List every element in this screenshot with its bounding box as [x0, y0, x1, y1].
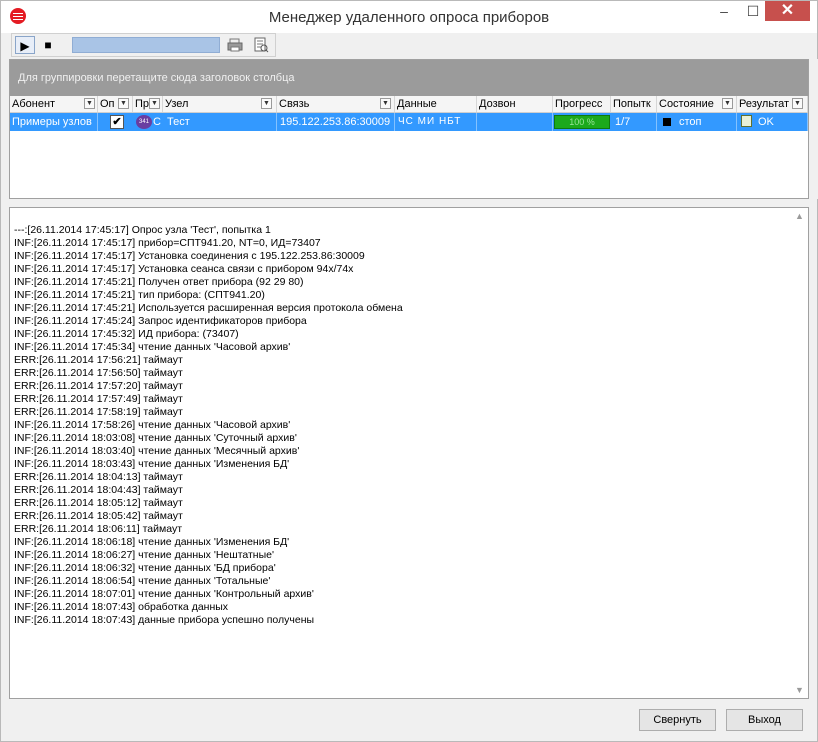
log-line: ERR:[26.11.2014 17:58:19] таймаут [14, 406, 183, 418]
column-header-progress[interactable]: Прогресс [553, 96, 611, 112]
column-header-label: Оп [100, 98, 115, 110]
overall-progress-bar [72, 37, 220, 53]
play-button[interactable]: ▶ [15, 36, 35, 54]
chevron-down-icon[interactable]: ▼ [84, 98, 95, 109]
devices-grid: Для группировки перетащите сюда заголово… [9, 59, 809, 199]
log-line: INF:[26.11.2014 17:45:21] тип прибора: (… [14, 289, 265, 301]
log-line: INF:[26.11.2014 17:45:17] Установка сеан… [14, 263, 354, 275]
column-header-attempts[interactable]: Попытк [611, 96, 657, 112]
column-header-state[interactable]: Состояние ▼ [657, 96, 737, 112]
log-line: ERR:[26.11.2014 18:04:43] таймаут [14, 484, 183, 496]
cell-attempts: 1/7 [611, 113, 657, 131]
log-line: ERR:[26.11.2014 17:57:20] таймаут [14, 380, 183, 392]
column-header-op[interactable]: Оп ▼ [98, 96, 133, 112]
result-doc-icon [741, 115, 752, 127]
log-line: INF:[26.11.2014 17:45:21] Получен ответ … [14, 276, 304, 288]
scroll-down-icon[interactable]: ▼ [795, 686, 804, 695]
log-line: INF:[26.11.2014 18:07:43] обработка данн… [14, 601, 229, 613]
log-line: INF:[26.11.2014 18:06:27] чтение данных … [14, 549, 274, 561]
log-line: ERR:[26.11.2014 17:56:21] таймаут [14, 354, 183, 366]
scroll-up-icon[interactable]: ▲ [795, 212, 804, 221]
chevron-down-icon[interactable]: ▼ [380, 98, 391, 109]
cell-state: стоп [657, 113, 737, 131]
chevron-down-icon[interactable]: ▼ [792, 98, 803, 109]
log-line: ERR:[26.11.2014 18:05:42] таймаут [14, 510, 183, 522]
log-line: INF:[26.11.2014 17:45:17] прибор=СПТ941.… [14, 237, 321, 249]
column-header-result[interactable]: Результат ▼ [737, 96, 808, 112]
chevron-down-icon[interactable]: ▼ [722, 98, 733, 109]
chevron-down-icon[interactable]: ▼ [118, 98, 129, 109]
log-line: ERR:[26.11.2014 18:05:12] таймаут [14, 497, 183, 509]
log-line: ERR:[26.11.2014 17:57:49] таймаут [14, 393, 183, 405]
toolbar: ▶ ■ [11, 33, 276, 57]
maximize-button[interactable]: ☐ [739, 1, 767, 21]
column-header-data[interactable]: Данные [395, 96, 477, 112]
chevron-down-icon[interactable]: ▼ [261, 98, 272, 109]
progress-bar: 100 % [554, 115, 610, 129]
column-header-connection[interactable]: Связь ▼ [277, 96, 395, 112]
grid-scrollbar[interactable] [811, 59, 818, 199]
column-header-label: Пр [135, 98, 150, 110]
log-line: ---:[26.11.2014 17:45:17] Опрос узла 'Те… [14, 224, 271, 236]
group-drop-area[interactable]: Для группировки перетащите сюда заголово… [10, 60, 808, 96]
title-bar: Менеджер удаленного опроса приборов – ☐ … [1, 1, 817, 33]
chevron-down-icon[interactable]: ▼ [149, 98, 160, 109]
log-line: INF:[26.11.2014 18:03:43] чтение данных … [14, 458, 290, 470]
log-line: INF:[26.11.2014 18:03:08] чтение данных … [14, 432, 297, 444]
log-line: INF:[26.11.2014 18:07:01] чтение данных … [14, 588, 314, 600]
stop-button[interactable]: ■ [38, 36, 58, 54]
log-line: INF:[26.11.2014 17:45:32] ИД прибора: (7… [14, 328, 239, 340]
cell-device-extra: С [153, 116, 161, 128]
log-panel: ---:[26.11.2014 17:45:17] Опрос узла 'Те… [9, 207, 809, 699]
column-header-node[interactable]: Узел ▼ [163, 96, 277, 112]
exit-button[interactable]: Выход [726, 709, 803, 731]
log-scrollbar[interactable]: ▲ ▼ [791, 208, 808, 698]
minimize-button[interactable]: – [710, 1, 738, 21]
cell-dial [477, 113, 553, 131]
column-header-label: Результат [739, 98, 790, 110]
grid-header: Абонент ▼ Оп ▼ Пр ▼ Узел ▼ Связь ▼ Данные Доз… [10, 96, 808, 113]
log-line: INF:[26.11.2014 17:45:24] Запрос идентиф… [14, 315, 307, 327]
log-lines: ---:[26.11.2014 17:45:17] Опрос узла 'Те… [14, 224, 403, 627]
log-line: INF:[26.11.2014 17:45:34] чтение данных … [14, 341, 291, 353]
log-line: INF:[26.11.2014 18:06:32] чтение данных … [14, 562, 276, 574]
column-header-device[interactable]: Пр ▼ [133, 96, 163, 112]
log-line: ERR:[26.11.2014 18:04:13] таймаут [14, 471, 183, 483]
cell-result: OK [737, 113, 808, 131]
window-title: Менеджер удаленного опроса приборов [268, 9, 550, 26]
collapse-button[interactable]: Свернуть [639, 709, 716, 731]
log-line: INF:[26.11.2014 18:06:18] чтение данных … [14, 536, 290, 548]
log-line: INF:[26.11.2014 18:03:40] чтение данных … [14, 445, 300, 457]
cell-node: Тест [163, 113, 277, 131]
column-header-label: Связь [279, 98, 310, 110]
log-line: INF:[26.11.2014 18:07:43] данные прибора… [14, 614, 315, 626]
cell-subscriber: Примеры узлов [10, 113, 98, 131]
stop-icon [663, 118, 671, 126]
column-header-subscriber[interactable]: Абонент ▼ [10, 96, 98, 112]
app-window: Менеджер удаленного опроса приборов – ☐ … [0, 0, 818, 742]
enabled-checkbox[interactable]: ✔ [110, 115, 124, 129]
result-label: OK [758, 116, 774, 128]
cell-connection: 195.122.253.86:30009 [277, 113, 395, 131]
log-line: INF:[26.11.2014 17:45:21] Используется р… [14, 302, 403, 314]
close-button[interactable]: ✕ [765, 1, 810, 21]
cell-data: ЧС МИ НБТ [395, 113, 477, 131]
column-header-label: Состояние [659, 98, 714, 110]
print-icon[interactable] [226, 37, 244, 53]
log-line: INF:[26.11.2014 18:06:54] чтение данных … [14, 575, 271, 587]
state-label: стоп [679, 116, 702, 128]
column-header-label: Абонент [12, 98, 56, 110]
device-type-icon: 341 [136, 115, 152, 129]
table-row[interactable]: Примеры узлов ✔ 341 С Тест 195.122.253.8… [10, 113, 808, 131]
column-header-dial[interactable]: Дозвон [477, 96, 553, 112]
log-line: ERR:[26.11.2014 17:56:50] таймаут [14, 367, 183, 379]
log-line: INF:[26.11.2014 17:45:17] Установка соед… [14, 250, 365, 262]
log-line: INF:[26.11.2014 17:58:26] чтение данных … [14, 419, 291, 431]
report-icon[interactable] [252, 37, 270, 53]
log-line: ERR:[26.11.2014 18:06:11] таймаут [14, 523, 183, 535]
column-header-label: Узел [165, 98, 189, 110]
